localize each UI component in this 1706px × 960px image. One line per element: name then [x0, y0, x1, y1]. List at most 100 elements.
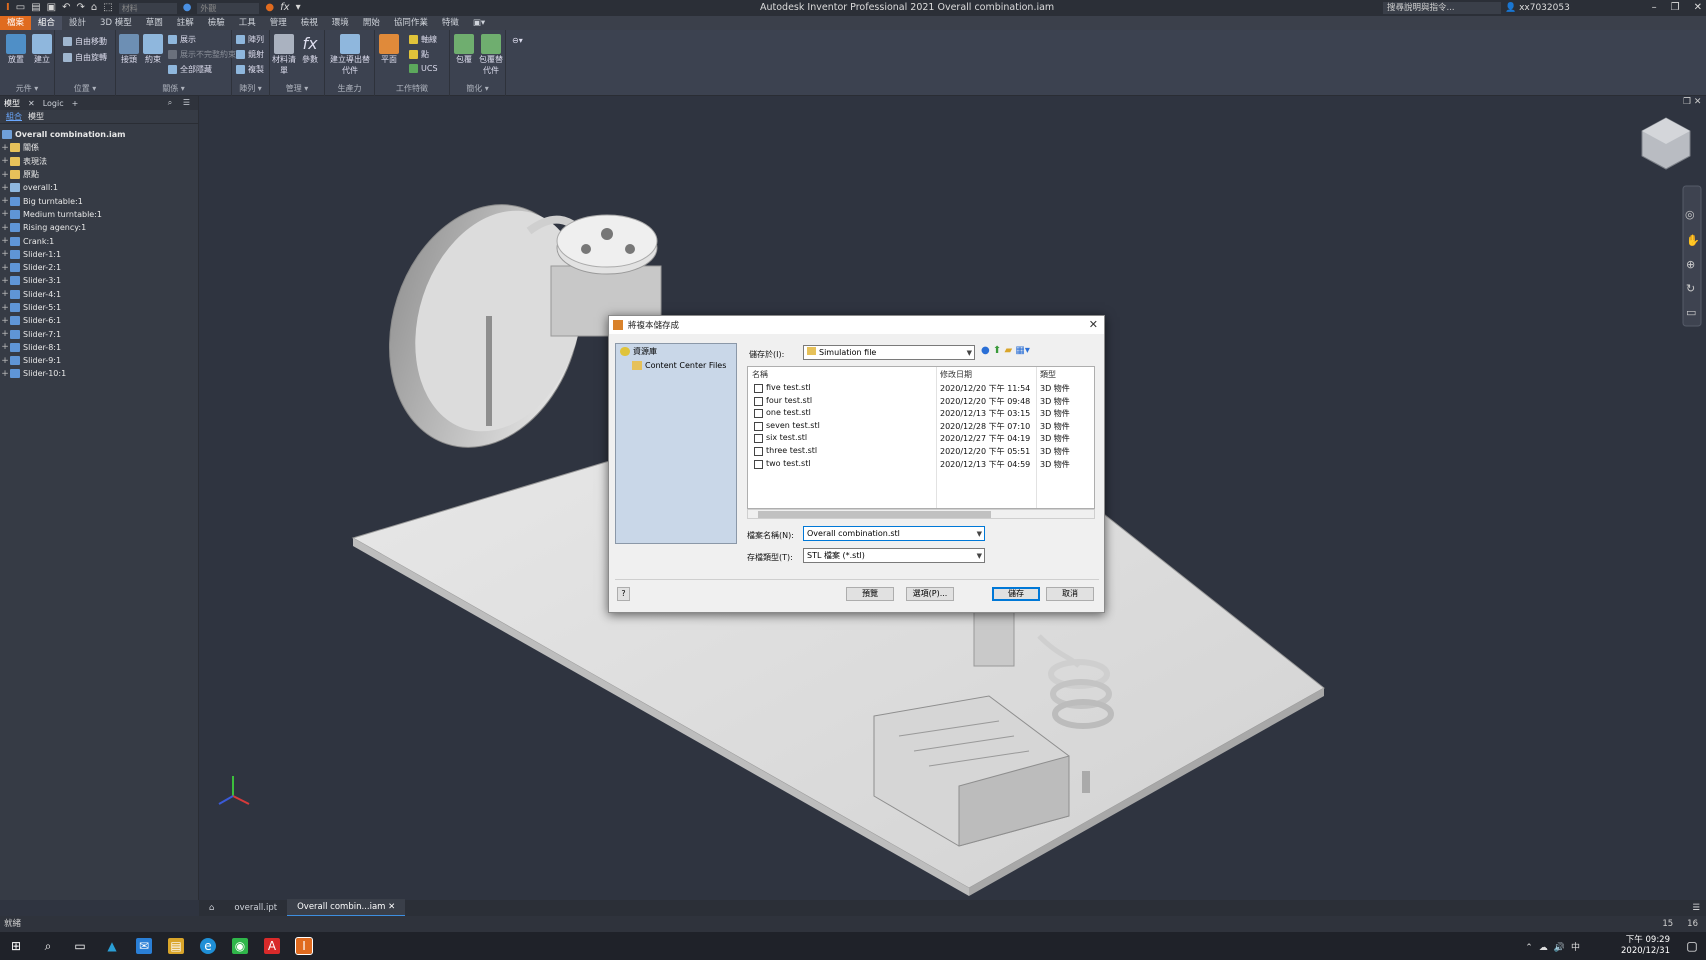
group-label[interactable]: 位置 ▾ [55, 83, 115, 94]
expand-icon[interactable]: + [0, 249, 10, 259]
file-row[interactable]: three test.stl 2020/12/20 下午 05:51 3D 物件 [750, 445, 1090, 458]
expand-icon[interactable]: + [0, 356, 10, 366]
tree-item[interactable]: + Slider-7:1 [0, 327, 198, 340]
screencast-icon[interactable]: ▣▾ [466, 16, 492, 30]
view-menu-icon[interactable]: ▦▾ [1015, 345, 1029, 356]
ribbon-overflow-icon[interactable]: ⊖▾ [512, 36, 523, 45]
parameters-button[interactable]: fx 參數 [298, 34, 322, 65]
filename-input[interactable]: Overall combination.stl ▼ [803, 526, 985, 541]
expand-icon[interactable]: + [0, 196, 10, 206]
tab-collaborate[interactable]: 協同作業 [387, 16, 435, 30]
filetype-dropdown[interactable]: STL 檔案 (*.stl) ▼ [803, 548, 985, 563]
scrollbar-thumb[interactable] [758, 511, 991, 518]
tab-get-started[interactable]: 開始 [356, 16, 387, 30]
orbit-icon[interactable]: ↻ [1686, 282, 1695, 295]
place-button[interactable]: 放置 [4, 34, 28, 65]
show-button[interactable]: 展示 [168, 34, 196, 45]
file-row[interactable]: seven test.stl 2020/12/28 下午 07:10 3D 物件 [750, 420, 1090, 433]
app-logo-icon[interactable]: I [6, 0, 10, 16]
close-icon[interactable]: ✕ [1089, 318, 1098, 331]
edge-icon[interactable]: e [200, 938, 216, 954]
bom-button[interactable]: 材料清單 [272, 34, 296, 76]
tree-item[interactable]: + Slider-9:1 [0, 354, 198, 367]
user-account[interactable]: 👤 xx7032053 [1505, 0, 1570, 16]
minimize-icon[interactable]: – [1652, 0, 1657, 16]
subtab-modeling[interactable]: 模型 [28, 111, 44, 122]
group-label[interactable]: 管理 ▾ [270, 83, 324, 94]
tree-item[interactable]: + Medium turntable:1 [0, 208, 198, 221]
undo-icon[interactable]: ↶ [62, 0, 70, 16]
system-tray[interactable]: ⌃☁🔊中 [1525, 940, 1586, 953]
doc-tab-overall-ipt[interactable]: overall.ipt [224, 900, 287, 916]
pattern-button[interactable]: 陣列 [236, 34, 264, 45]
tree-item[interactable]: + Rising agency:1 [0, 221, 198, 234]
file-explorer-icon[interactable]: ▤ [168, 938, 184, 954]
system-clock[interactable]: 下午 09:29 2020/12/31 [1621, 935, 1670, 957]
redo-icon[interactable]: ↷ [76, 0, 84, 16]
save-button[interactable]: 儲存 [992, 587, 1040, 601]
expand-icon[interactable]: + [0, 143, 10, 153]
home-icon[interactable]: ⌂ [91, 0, 97, 16]
expand-icon[interactable]: + [0, 342, 10, 352]
notification-icon[interactable]: ▢ [1684, 938, 1700, 954]
expand-icon[interactable]: + [0, 289, 10, 299]
tab-logic[interactable]: Logic [39, 99, 68, 108]
save-icon[interactable]: ▣ [47, 0, 56, 16]
preview-button[interactable]: 預覽 [846, 587, 894, 601]
file-row[interactable]: four test.stl 2020/12/20 下午 09:48 3D 物件 [750, 395, 1090, 408]
column-type[interactable]: 類型 [1040, 369, 1056, 380]
search-icon[interactable]: ⌕ [164, 98, 176, 107]
shrinkwrap-substitute-button[interactable]: 包覆替代件 [478, 34, 504, 76]
close-icon[interactable]: ✕ [1694, 0, 1702, 16]
restore-icon[interactable]: ❐ [1671, 0, 1680, 16]
free-move-button[interactable]: 自由移動 [63, 36, 107, 47]
mail-icon[interactable]: ✉ [136, 938, 152, 954]
constrain-button[interactable]: 約束 [142, 34, 164, 65]
autodesk-icon[interactable]: ▲ [104, 938, 120, 954]
tab-features[interactable]: 特徵 [435, 16, 466, 30]
tree-item[interactable]: + Slider-8:1 [0, 341, 198, 354]
help-icon[interactable]: ? [617, 587, 630, 601]
new-folder-icon[interactable]: ▰ [1005, 345, 1013, 356]
group-label[interactable]: 元件 ▾ [0, 83, 54, 94]
pan-icon[interactable]: ✋ [1686, 234, 1700, 247]
horizontal-scrollbar[interactable] [747, 509, 1095, 519]
create-button[interactable]: 建立 [30, 34, 54, 65]
tree-item[interactable]: + Slider-4:1 [0, 288, 198, 301]
file-list[interactable]: 名稱 修改日期 類型 five test.stl 2020/12/20 下午 11… [747, 366, 1095, 509]
expand-icon[interactable]: + [0, 276, 10, 286]
tree-item[interactable]: + Crank:1 [0, 234, 198, 247]
tree-item[interactable]: + Slider-5:1 [0, 301, 198, 314]
expand-icon[interactable]: + [0, 209, 10, 219]
file-row[interactable]: one test.stl 2020/12/13 下午 03:15 3D 物件 [750, 407, 1090, 420]
shrinkwrap-button[interactable]: 包覆 [452, 34, 476, 65]
tree-item[interactable]: + 表現法 [0, 155, 198, 168]
tree-item[interactable]: + Slider-10:1 [0, 367, 198, 380]
tab-file[interactable]: 檔案 [0, 16, 32, 30]
function-icon[interactable]: fx [280, 0, 289, 16]
file-row[interactable]: six test.stl 2020/12/27 下午 04:19 3D 物件 [750, 432, 1090, 445]
expand-icon[interactable]: + [0, 369, 10, 379]
inventor-icon[interactable]: I [295, 937, 313, 955]
tab-model[interactable]: 模型 [0, 98, 24, 109]
location-item[interactable]: 資源庫 [616, 344, 736, 359]
doc-tab-overall-combination[interactable]: Overall combin...iam ✕ [287, 899, 406, 917]
tree-item[interactable]: + 原點 [0, 168, 198, 181]
tab-sketch[interactable]: 草圖 [139, 16, 170, 30]
close-tab-icon[interactable]: ✕ [388, 902, 395, 912]
joint-button[interactable]: 接頭 [118, 34, 140, 65]
tree-item[interactable]: + Slider-6:1 [0, 314, 198, 327]
tree-item[interactable]: + Slider-3:1 [0, 274, 198, 287]
expand-icon[interactable]: + [0, 236, 10, 246]
material-selector[interactable]: 材料 [118, 2, 177, 14]
appearance-selector[interactable]: 外觀 [197, 2, 260, 14]
save-in-dropdown[interactable]: Simulation file ▼ [803, 345, 975, 360]
new-file-icon[interactable]: ▭ [16, 0, 25, 16]
tab-assemble[interactable]: 組合 [31, 16, 63, 30]
plane-button[interactable]: 平面 [377, 34, 401, 65]
subtab-assembly[interactable]: 組合 [6, 111, 22, 122]
up-folder-icon[interactable]: ⬆ [993, 345, 1001, 356]
show-sick-button[interactable]: 展示不完整約束 [168, 49, 236, 60]
tree-item[interactable]: + overall:1 [0, 181, 198, 194]
tree-item[interactable]: + 關係 [0, 141, 198, 154]
